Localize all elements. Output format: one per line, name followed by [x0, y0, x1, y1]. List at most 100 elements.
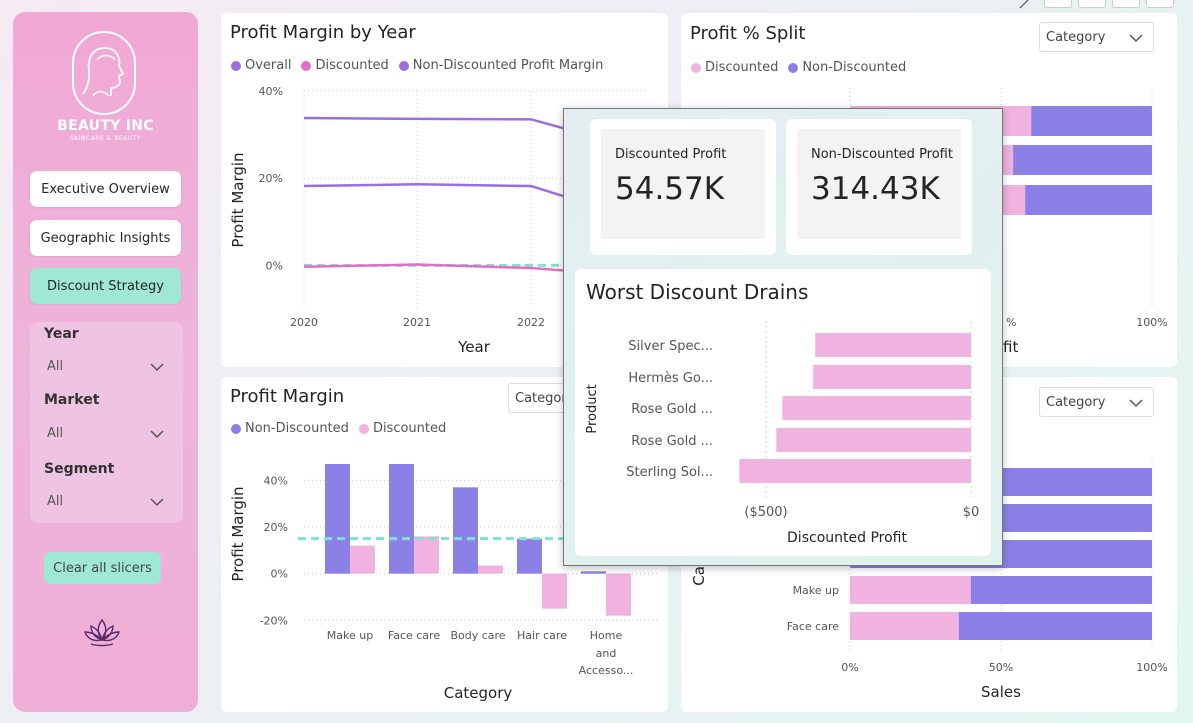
- y-tick-label: 0%: [266, 259, 283, 272]
- year-slicer[interactable]: All: [30, 350, 183, 382]
- segment-slicer-value: All: [47, 494, 64, 509]
- brand-tagline: SKINCARE & BEAUTY: [70, 135, 141, 142]
- market-slicer[interactable]: All: [30, 416, 183, 448]
- bar-discounted: [542, 573, 567, 609]
- y-tick-label: Face care: [787, 620, 839, 633]
- series-line-2: [303, 116, 567, 131]
- bar-discounted: [350, 545, 375, 574]
- bar-non-discounted: [970, 576, 1152, 604]
- worst-discount-drains-bar-chart: Silver Spec... Hermès Go... Rose Gold ... R…: [585, 321, 980, 546]
- bar-non-discounted: [1031, 106, 1152, 136]
- chevron-down-icon: [150, 430, 164, 439]
- x-tick-label: Accesso...: [579, 664, 634, 677]
- x-tick-label: ($500): [744, 505, 787, 520]
- visual-header-icons: [1010, 0, 1193, 12]
- chevron-down-icon: [150, 363, 164, 372]
- x-axis-title: Year: [457, 338, 491, 356]
- market-slicer-title: Market: [44, 392, 100, 408]
- y-tick-label: Sterling Sol...: [626, 465, 713, 480]
- x-tick-label: 2021: [403, 316, 431, 329]
- y-tick-label: Silver Spec...: [628, 339, 713, 354]
- report-tooltip: Discounted Profit 54.57K Non-Discounted …: [563, 108, 1003, 566]
- kpi-label: Non-Discounted Profit: [811, 147, 953, 162]
- x-tick-label: 0%: [841, 661, 858, 674]
- x-tick-label: 100%: [1136, 316, 1167, 329]
- bar-discounted: [478, 565, 503, 574]
- x-tick-label: 100%: [1136, 661, 1167, 674]
- x-axis-title: Category: [444, 684, 513, 702]
- bar-discounted-profit: [782, 396, 971, 420]
- bar-non-discounted: [581, 571, 606, 574]
- worst-discount-drains-card: Worst Discount Drains Silver Spec... Herm…: [575, 269, 991, 556]
- bar-non-discounted: [1025, 185, 1152, 215]
- market-slicer-value: All: [47, 426, 64, 441]
- nav-executive-overview-button[interactable]: Executive Overview: [30, 171, 181, 207]
- pin-icon[interactable]: [1014, 0, 1034, 10]
- bar-non-discounted: [1013, 145, 1152, 175]
- x-tick-label: 2020: [290, 316, 318, 329]
- y-tick-label: 40%: [259, 85, 283, 98]
- bar-non-discounted: [325, 464, 350, 574]
- segment-slicer[interactable]: All: [30, 485, 183, 517]
- nav-discount-strategy-button[interactable]: Discount Strategy: [30, 268, 181, 304]
- y-axis-title: Profit Margin: [229, 152, 247, 247]
- bar-non-discounted: [453, 487, 478, 574]
- segment-slicer-title: Segment: [44, 461, 115, 477]
- x-tick-label: Hair care: [517, 629, 567, 642]
- bar-discounted: [850, 612, 959, 640]
- bar-discounted-profit: [739, 459, 971, 483]
- discounted-profit-card: Discounted Profit 54.57K: [590, 119, 776, 255]
- x-tick-label: $0: [963, 505, 980, 520]
- lotus-icon: [84, 618, 120, 647]
- non-discounted-profit-card: Non-Discounted Profit 314.43K: [786, 119, 972, 255]
- sidebar: BEAUTY INC SKINCARE & BEAUTY Executive O…: [13, 12, 198, 712]
- bar-discounted: [606, 573, 631, 616]
- x-tick-label: %: [1006, 316, 1016, 329]
- woman-face-logo-icon: [72, 31, 136, 115]
- year-slicer-title: Year: [44, 326, 79, 342]
- y-tick-label: 40%: [264, 474, 288, 487]
- x-axis-title: fit: [1003, 338, 1018, 356]
- focus-mode-icon[interactable]: [1112, 0, 1140, 8]
- x-tick-label: Body care: [450, 629, 505, 642]
- x-tick-label: Home: [590, 629, 623, 642]
- minimize-icon[interactable]: [1078, 0, 1106, 8]
- series-line-0: [303, 183, 567, 199]
- bar-discounted-profit: [813, 365, 971, 389]
- bar-discounted: [850, 576, 971, 604]
- brand-name: BEAUTY INC: [57, 118, 154, 134]
- bar-discounted: [414, 536, 439, 574]
- kpi-value: 314.43K: [811, 171, 940, 207]
- y-tick-label: Hermès Go...: [628, 371, 713, 386]
- chevron-down-icon: [150, 498, 164, 507]
- y-tick-label: 0%: [271, 568, 288, 581]
- x-tick-label: 2022: [517, 316, 545, 329]
- nav-geographic-insights-button[interactable]: Geographic Insights: [30, 220, 181, 256]
- y-axis-title: Product: [585, 384, 600, 433]
- y-tick-label: 20%: [264, 521, 288, 534]
- more-options-icon[interactable]: [1146, 0, 1174, 8]
- year-slicer-value: All: [47, 359, 64, 374]
- bar-discounted-profit: [815, 333, 971, 357]
- copy-icon[interactable]: [1044, 0, 1072, 8]
- kpi-label: Discounted Profit: [615, 147, 727, 162]
- y-tick-label: Make up: [793, 584, 839, 597]
- x-axis-title: Sales: [981, 683, 1021, 701]
- x-tick-label: and: [596, 647, 617, 660]
- x-axis-title: Discounted Profit: [787, 530, 907, 546]
- y-tick-label: 20%: [259, 172, 283, 185]
- x-tick-label: 50%: [989, 661, 1013, 674]
- y-tick-label: -20%: [260, 614, 288, 627]
- bar-discounted-profit: [776, 428, 971, 452]
- y-tick-label: Rose Gold ...: [631, 402, 713, 417]
- y-axis-title: Profit Margin: [229, 486, 247, 581]
- y-tick-label: Rose Gold ...: [631, 434, 713, 449]
- slicer-panel: Year All Market All Segment All: [30, 322, 183, 523]
- brand-logo: [71, 30, 137, 126]
- x-tick-label: Make up: [327, 629, 373, 642]
- bar-non-discounted: [389, 464, 414, 574]
- clear-all-slicers-button[interactable]: Clear all slicers: [44, 552, 161, 584]
- kpi-value: 54.57K: [615, 171, 725, 207]
- bar-non-discounted: [958, 612, 1152, 640]
- x-tick-label: Face care: [388, 629, 440, 642]
